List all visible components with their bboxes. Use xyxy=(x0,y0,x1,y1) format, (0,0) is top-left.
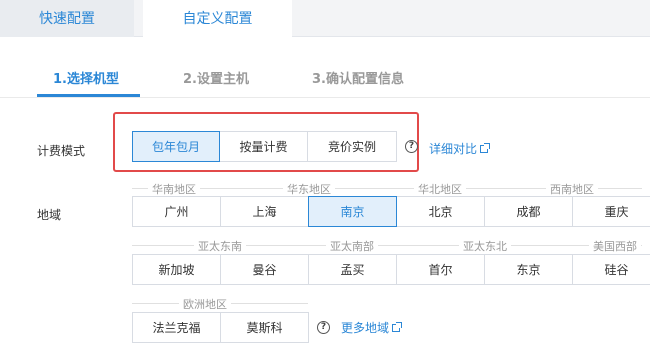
group-asia-southeast: 亚太东南 xyxy=(194,238,246,254)
billing-mode-label: 计费模式 xyxy=(37,144,86,158)
region-frankfurt[interactable]: 法兰克福 xyxy=(132,312,221,343)
group-asia-northeast: 亚太东北 xyxy=(459,238,511,254)
region-mumbai[interactable]: 孟买 xyxy=(308,254,397,285)
group-north-china: 华北地区 xyxy=(414,181,466,197)
region-label: 地域 xyxy=(37,208,62,222)
region-moscow[interactable]: 莫斯科 xyxy=(220,312,309,343)
step-select-instance[interactable]: 1.选择机型 xyxy=(53,68,119,87)
billing-help-icon[interactable]: ? xyxy=(405,140,418,153)
region-beijing[interactable]: 北京 xyxy=(396,196,485,227)
region-guangzhou[interactable]: 广州 xyxy=(132,196,221,227)
steps-divider xyxy=(0,97,650,98)
group-europe: 欧洲地区 xyxy=(179,296,231,312)
compare-link[interactable]: 详细对比 xyxy=(429,140,491,157)
external-link-icon xyxy=(480,143,491,153)
group-south-china: 华南地区 xyxy=(148,181,200,197)
region-shanghai[interactable]: 上海 xyxy=(220,196,309,227)
more-regions-label: 更多地域 xyxy=(341,321,390,335)
region-chongqing[interactable]: 重庆 xyxy=(572,196,650,227)
region-silicon-valley[interactable]: 硅谷 xyxy=(572,254,650,285)
step-indicator: 1.选择机型 2.设置主机 3.确认配置信息 xyxy=(0,58,650,98)
group-asia-south: 亚太南部 xyxy=(326,238,378,254)
billing-option-pay-as-you-go[interactable]: 按量计费 xyxy=(219,131,308,162)
tab-quick-config[interactable]: 快速配置 xyxy=(0,0,134,37)
region-tokyo[interactable]: 东京 xyxy=(484,254,573,285)
more-regions-link[interactable]: 更多地域 xyxy=(341,319,403,336)
tab-custom-config[interactable]: 自定义配置 xyxy=(143,0,292,38)
group-us-west: 美国西部 xyxy=(589,238,641,254)
region-seoul[interactable]: 首尔 xyxy=(396,254,485,285)
region-help-icon[interactable]: ? xyxy=(317,321,330,334)
step-set-host[interactable]: 2.设置主机 xyxy=(183,68,249,87)
group-east-china: 华东地区 xyxy=(283,181,335,197)
external-link-icon xyxy=(392,322,403,332)
compare-link-label: 详细对比 xyxy=(429,142,478,156)
region-chengdu[interactable]: 成都 xyxy=(484,196,573,227)
billing-option-annual-monthly[interactable]: 包年包月 xyxy=(132,131,220,162)
region-bangkok[interactable]: 曼谷 xyxy=(220,254,309,285)
region-nanjing[interactable]: 南京 xyxy=(308,196,397,227)
step-confirm-config[interactable]: 3.确认配置信息 xyxy=(312,68,404,87)
region-singapore[interactable]: 新加坡 xyxy=(132,254,221,285)
config-tab-bar: 快速配置 自定义配置 xyxy=(0,0,650,38)
billing-option-spot[interactable]: 竞价实例 xyxy=(307,131,397,162)
group-southwest-china: 西南地区 xyxy=(546,181,598,197)
